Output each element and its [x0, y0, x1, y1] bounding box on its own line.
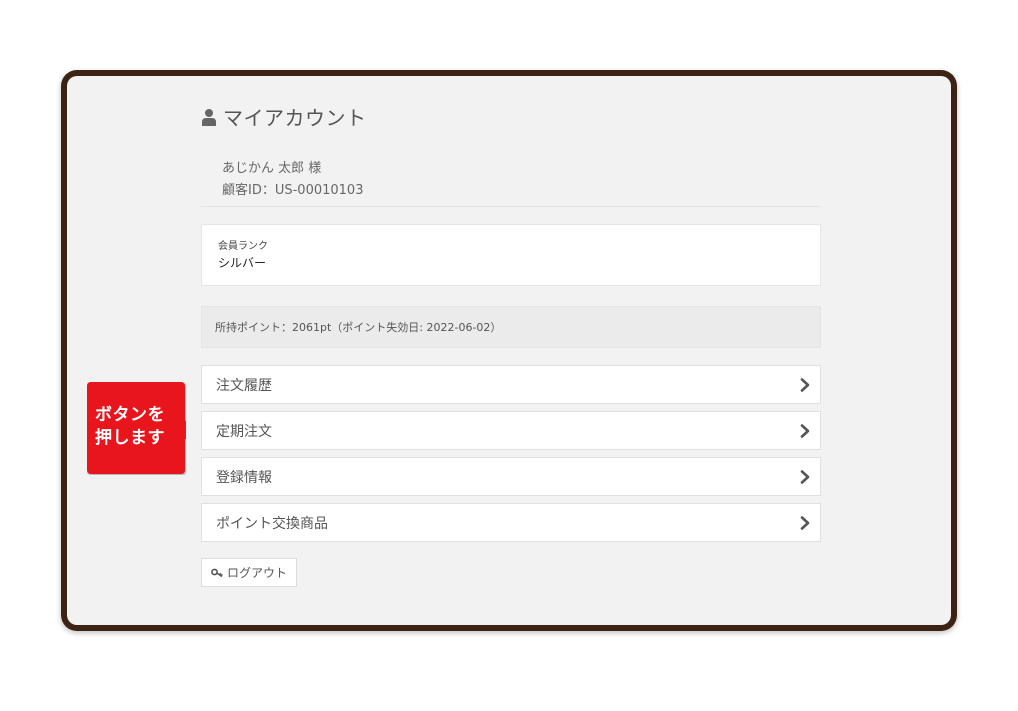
callout-line-2: 押します	[95, 428, 165, 448]
customer-info: あじかん 太郎 様 顧客ID：US-00010103	[222, 158, 363, 202]
chevron-right-icon	[800, 515, 810, 530]
page-header: マイアカウント	[201, 102, 367, 131]
instruction-callout: ボタンを 押します	[87, 382, 186, 475]
menu-item-label: 登録情報	[216, 469, 272, 486]
logout-button[interactable]: ログアウト	[201, 558, 298, 587]
account-menu: 注文履歴 定期注文 登録情報 ポイント交換商品	[201, 365, 821, 549]
user-icon	[202, 108, 216, 126]
device-frame: マイアカウント あじかん 太郎 様 顧客ID：US-00010103 会員ランク…	[61, 70, 957, 631]
points-box: 所持ポイント：2061pt（ポイント失効日: 2022-06-02）	[201, 306, 821, 348]
menu-item-label: 注文履歴	[216, 377, 272, 394]
callout-line-1: ボタンを	[95, 405, 165, 425]
member-rank-box: 会員ランク シルバー	[201, 224, 821, 286]
key-icon	[211, 568, 223, 577]
account-panel: マイアカウント あじかん 太郎 様 顧客ID：US-00010103 会員ランク…	[67, 76, 951, 625]
chevron-right-icon	[800, 469, 810, 484]
menu-item-order-history[interactable]: 注文履歴	[201, 365, 821, 404]
rank-value: シルバー	[218, 256, 267, 270]
menu-item-registration-info[interactable]: 登録情報	[201, 457, 821, 496]
menu-item-label: 定期注文	[216, 423, 272, 440]
page-title: マイアカウント	[223, 106, 367, 130]
customer-name: あじかん 太郎 様	[222, 161, 322, 176]
points-text: 所持ポイント：2061pt（ポイント失効日: 2022-06-02）	[215, 321, 502, 334]
divider	[201, 206, 821, 207]
rank-label: 会員ランク	[218, 241, 268, 252]
menu-item-label: ポイント交換商品	[216, 515, 328, 532]
customer-id: 顧客ID：US-00010103	[222, 183, 364, 198]
logout-label: ログアウト	[227, 566, 288, 580]
callout-text: ボタンを 押します	[87, 404, 173, 450]
chevron-right-icon	[800, 423, 810, 438]
menu-item-point-exchange[interactable]: ポイント交換商品	[201, 503, 821, 542]
chevron-right-icon	[800, 377, 810, 392]
menu-item-subscription-order[interactable]: 定期注文	[201, 411, 821, 450]
